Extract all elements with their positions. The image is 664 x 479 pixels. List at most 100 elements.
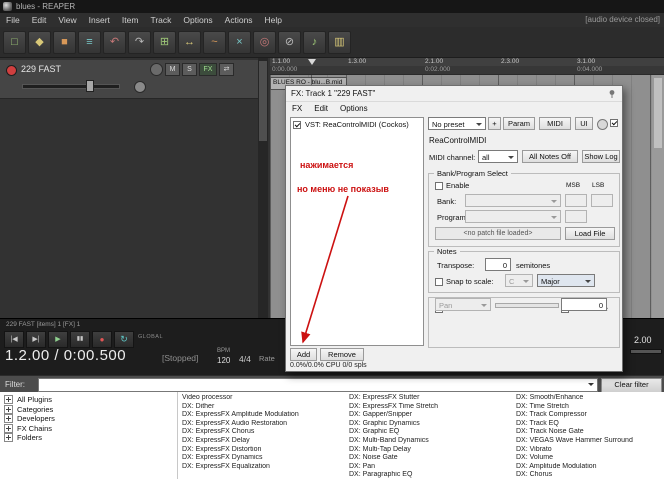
cc-source-dropdown[interactable]: Pan <box>435 298 491 311</box>
transport-time-display[interactable]: 1.2.00 / 0:00.500 <box>5 347 126 364</box>
menu-item[interactable]: Item <box>116 15 145 25</box>
track-name[interactable]: 229 FAST <box>21 64 61 74</box>
toolbar-icon[interactable]: ▥ <box>328 30 351 54</box>
plugin-list-item[interactable]: DX: Track EQ <box>516 420 662 429</box>
menu-item[interactable]: Actions <box>219 15 259 25</box>
track-panel-scrollbar-thumb[interactable] <box>259 61 267 141</box>
tree-item[interactable]: Developers <box>4 414 177 424</box>
tree-item[interactable]: All Plugins <box>4 395 177 405</box>
plugin-list-item[interactable]: DX: Track Noise Gate <box>516 428 662 437</box>
cc-slider[interactable] <box>495 303 559 308</box>
plugin-list-item[interactable]: DX: Time Stretch <box>516 403 662 412</box>
tree-item[interactable]: Folders <box>4 433 177 443</box>
load-file-button[interactable]: Load File <box>565 227 615 240</box>
toolbar-icon[interactable]: ↶ <box>103 30 126 54</box>
audio-device-status[interactable]: [audio device closed] <box>585 13 660 27</box>
bank-dropdown[interactable] <box>465 194 561 207</box>
bank-lsb-field[interactable] <box>591 194 613 207</box>
snap-to-scale-row[interactable]: Snap to scale: <box>435 277 494 286</box>
add-fx-button[interactable]: Add <box>290 348 317 361</box>
plugin-list-item[interactable]: DX: ExpressFX Time Stretch <box>349 403 513 412</box>
plugin-list-item[interactable]: DX: ExpressFX Amplitude Modulation <box>182 411 346 420</box>
plugin-list-item[interactable]: DX: ExpressFX Equalization <box>182 463 346 472</box>
plugin-list-item[interactable]: DX: Chorus <box>516 471 662 479</box>
plugin-list-item[interactable]: DX: Paragraphic EQ <box>349 471 513 479</box>
toolbar-icon[interactable]: ~ <box>203 30 226 54</box>
program-dropdown[interactable] <box>465 210 561 223</box>
fx-menu-item[interactable]: Options <box>334 102 374 115</box>
transport-button[interactable]: ↻ <box>114 331 134 348</box>
transport-button[interactable]: ▮▮ <box>70 331 90 348</box>
timeline-ruler-times[interactable]: 0:00.000 0:02.000 0:04.000 <box>270 66 664 75</box>
transport-button[interactable]: |◀ <box>4 331 24 348</box>
plugin-list-item[interactable]: DX: Gapper/Snipper <box>349 411 513 420</box>
plugin-list-item[interactable]: DX: VEGAS Wave Hammer Surround <box>516 437 662 446</box>
cc-value-field[interactable]: 0 <box>561 298 607 311</box>
wet-dry-knob-icon[interactable] <box>597 119 608 130</box>
toolbar-icon[interactable]: ◆ <box>28 30 51 54</box>
expander-icon[interactable] <box>4 423 13 433</box>
plugin-list-item[interactable]: DX: Vibrato <box>516 446 662 455</box>
toolbar-icon[interactable]: × <box>228 30 251 54</box>
fx-chain-item[interactable]: VST: ReaControlMIDI (Cockos) <box>291 118 423 131</box>
solo-button[interactable]: S <box>182 63 197 76</box>
edit-cursor-marker[interactable] <box>308 59 316 65</box>
tree-item[interactable]: Categories <box>4 404 177 415</box>
pin-icon[interactable] <box>607 89 617 99</box>
toolbar-icon[interactable]: ⊘ <box>278 30 301 54</box>
plugin-list-item[interactable]: Video processor <box>182 394 346 403</box>
toolbar-icon[interactable]: ♪ <box>303 30 326 54</box>
time-signature[interactable]: 4/4 <box>239 354 251 364</box>
bank-msb-field[interactable] <box>565 194 587 207</box>
expander-icon[interactable] <box>4 433 13 443</box>
plugin-list-item[interactable]: DX: Smooth/Enhance <box>516 394 662 403</box>
expander-icon[interactable] <box>4 414 13 424</box>
fx-menu-item[interactable]: Edit <box>308 102 334 115</box>
menu-item[interactable]: Edit <box>26 15 53 25</box>
preset-dropdown[interactable]: No preset <box>428 117 486 130</box>
fx-enabled-checkbox[interactable] <box>293 120 301 129</box>
plugin-list-item[interactable]: DX: Track Compressor <box>516 411 662 420</box>
plugin-list-item[interactable]: DX: ExpressFX Distortion <box>182 446 346 455</box>
midi-channel-dropdown[interactable]: all <box>478 150 518 163</box>
plugin-list-item[interactable]: DX: ExpressFX Stutter <box>349 394 513 403</box>
filter-input[interactable] <box>38 378 598 392</box>
menu-item[interactable]: Insert <box>83 15 116 25</box>
menu-item[interactable]: Options <box>177 15 218 25</box>
plugin-list-item[interactable]: DX: Pan <box>349 463 513 472</box>
plugin-list-item[interactable]: DX: Dither <box>182 403 346 412</box>
fx-menu-item[interactable]: FX <box>286 102 308 115</box>
menu-item[interactable]: View <box>52 15 82 25</box>
scale-type-dropdown[interactable]: Major <box>537 274 595 287</box>
menu-item[interactable]: Help <box>259 15 288 25</box>
plugin-list-item[interactable]: DX: Multi-Band Dynamics <box>349 437 513 446</box>
toolbar-icon[interactable]: ↷ <box>128 30 151 54</box>
program-number-field[interactable] <box>565 210 587 223</box>
midi-routing-button[interactable]: MIDI <box>539 117 571 130</box>
menu-item[interactable]: Track <box>144 15 177 25</box>
plugin-list-item[interactable]: DX: Amplitude Modulation <box>516 463 662 472</box>
fx-window-title-bar[interactable]: FX: Track 1 "229 FAST" <box>286 86 622 102</box>
save-preset-button[interactable]: + <box>488 117 501 130</box>
toolbar-icon[interactable]: ■ <box>53 30 76 54</box>
toolbar-icon[interactable]: □ <box>3 30 26 54</box>
volume-fader-thumb[interactable] <box>86 80 94 92</box>
remove-fx-button[interactable]: Remove <box>320 348 364 361</box>
toolbar-icon[interactable]: ≡ <box>78 30 101 54</box>
global-automation-label[interactable]: GLOBAL <box>138 334 163 340</box>
clear-filter-button[interactable]: Clear filter <box>601 378 662 393</box>
timeline-ruler-beats[interactable]: 1.1.00 1.3.00 2.1.00 2.3.00 3.1.00 <box>270 58 664 66</box>
scale-key-dropdown[interactable]: C <box>505 274 533 287</box>
all-notes-off-button[interactable]: All Notes Off <box>522 150 578 163</box>
bypass-checkbox[interactable] <box>610 119 618 127</box>
plugin-list-item[interactable]: DX: ExpressFX Chorus <box>182 428 346 437</box>
tree-item[interactable]: FX Chains <box>4 423 177 434</box>
toolbar-icon[interactable]: ◎ <box>253 30 276 54</box>
plugin-list-item[interactable]: DX: ExpressFX Audio Restoration <box>182 420 346 429</box>
arrange-scrollbar-thumb[interactable] <box>654 78 662 148</box>
plugin-list-item[interactable]: DX: Noise Gate <box>349 454 513 463</box>
plugin-list-item[interactable]: DX: Multi-Tap Delay <box>349 446 513 455</box>
ui-toggle-button[interactable]: UI <box>575 117 593 130</box>
expander-icon[interactable] <box>4 395 13 405</box>
show-log-button[interactable]: Show Log <box>582 150 620 163</box>
